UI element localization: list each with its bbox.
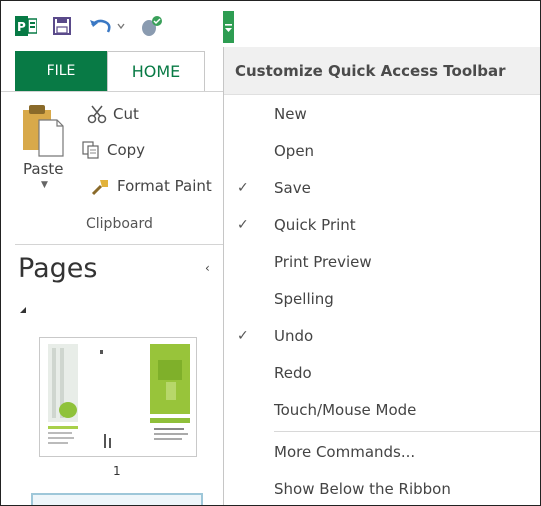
menu-item-redo[interactable]: Redo <box>224 354 540 391</box>
chevron-down-icon[interactable] <box>117 22 125 30</box>
check-icon: ✓ <box>237 179 249 196</box>
cut-label: Cut <box>113 105 139 123</box>
copy-icon <box>82 141 99 159</box>
page-thumbnail-2[interactable] <box>31 493 203 505</box>
touch-mouse-icon <box>142 16 162 36</box>
customize-dropdown-icon <box>225 24 232 32</box>
page-thumbnail-image <box>48 344 190 448</box>
quick-access-toolbar: P <box>1 1 540 47</box>
menu-item-label: Show Below the Ribbon <box>274 479 451 498</box>
publisher-window: P FILE HOME Paste ▼ Cut Copy Format Pain… <box>0 0 541 506</box>
menu-item-label: Save <box>274 178 311 197</box>
save-button[interactable] <box>51 15 73 37</box>
publisher-logo-icon[interactable]: P <box>15 15 37 37</box>
menu-item-label: Touch/Mouse Mode <box>274 400 417 419</box>
page-thumbnail[interactable] <box>39 337 197 457</box>
paste-icon <box>23 105 64 157</box>
copy-button[interactable]: Copy <box>81 140 145 160</box>
menu-item-touch-mouse-mode[interactable]: Touch/Mouse Mode <box>224 391 540 428</box>
menu-item-label: Quick Print <box>274 215 356 234</box>
ribbon-bottom-divider <box>15 244 231 245</box>
clipboard-group: Paste ▼ Cut Copy Format Paint Clipboard <box>1 92 231 245</box>
menu-item-save[interactable]: ✓ Save <box>224 169 540 206</box>
menu-separator <box>274 431 540 432</box>
copy-label: Copy <box>107 141 146 159</box>
ribbon-tabs: FILE HOME <box>1 51 231 91</box>
touch-mouse-mode-button[interactable] <box>137 15 167 37</box>
paste-button[interactable] <box>21 102 65 162</box>
menu-item-spelling[interactable]: Spelling <box>224 280 540 317</box>
menu-item-label: Open <box>274 141 315 160</box>
menu-item-label: Redo <box>274 363 312 382</box>
menu-item-undo[interactable]: ✓ Undo <box>224 317 540 354</box>
check-icon: ✓ <box>237 327 249 344</box>
tab-home[interactable]: HOME <box>107 51 205 91</box>
page-number: 1 <box>113 464 121 478</box>
undo-icon <box>90 19 111 33</box>
scissors-icon <box>87 105 107 124</box>
menu-item-label: New <box>274 104 307 123</box>
customize-qat-menu: Customize Quick Access Toolbar New Open … <box>223 47 540 505</box>
save-icon <box>53 17 71 35</box>
menu-header: Customize Quick Access Toolbar <box>224 47 540 95</box>
menu-item-print-preview[interactable]: Print Preview <box>224 243 540 280</box>
format-painter-icon <box>91 180 108 196</box>
tab-file[interactable]: FILE <box>15 51 107 91</box>
expand-triangle-icon[interactable] <box>20 307 26 313</box>
menu-item-open[interactable]: Open <box>224 132 540 169</box>
cut-button[interactable]: Cut <box>87 104 139 124</box>
format-painter-button[interactable]: Format Paint <box>91 176 212 196</box>
menu-item-label: Undo <box>274 326 314 345</box>
customize-qat-dropdown-button[interactable] <box>223 11 234 43</box>
menu-item-label: Print Preview <box>274 252 372 271</box>
paste-label[interactable]: Paste <box>23 160 64 178</box>
format-painter-label: Format Paint <box>117 177 212 195</box>
undo-button[interactable] <box>87 15 127 37</box>
menu-item-label: More Commands... <box>274 442 416 461</box>
menu-item-show-below-ribbon[interactable]: Show Below the Ribbon <box>224 470 540 505</box>
menu-item-quick-print[interactable]: ✓ Quick Print <box>224 206 540 243</box>
collapse-pane-icon[interactable]: ‹ <box>205 261 210 275</box>
menu-item-label: Spelling <box>274 289 334 308</box>
check-icon: ✓ <box>237 216 249 233</box>
pages-pane-title: Pages <box>18 253 98 284</box>
svg-text:P: P <box>17 20 26 34</box>
paste-dropdown-icon[interactable]: ▼ <box>41 180 48 190</box>
clipboard-group-label: Clipboard <box>86 216 153 232</box>
menu-item-more-commands[interactable]: More Commands... <box>224 433 540 470</box>
menu-item-new[interactable]: New <box>224 95 540 132</box>
